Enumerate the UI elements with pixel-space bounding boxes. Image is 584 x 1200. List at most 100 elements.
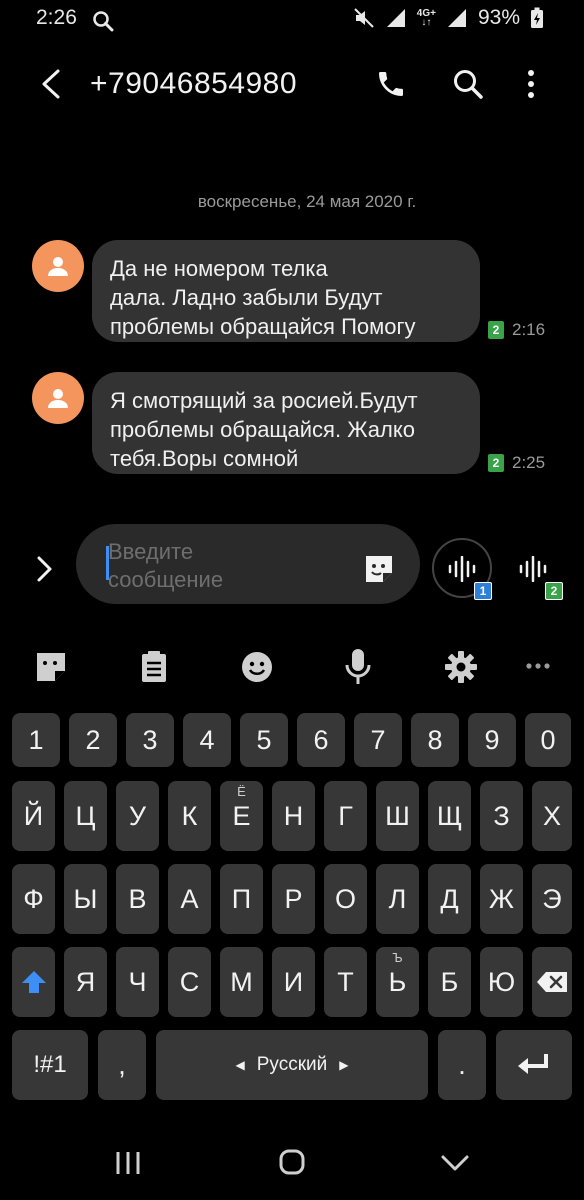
sim-badge: 2 (488, 321, 504, 339)
key-letter[interactable]: Д (428, 864, 471, 934)
key-letter[interactable]: В (116, 864, 159, 934)
key-8[interactable]: 8 (411, 713, 459, 767)
key-letter[interactable]: Ю (480, 947, 523, 1017)
more-tools-icon[interactable] (525, 662, 551, 670)
message-line: проблемы обращайся Помогу (110, 314, 416, 339)
key-letter[interactable]: Ф (12, 864, 55, 934)
key-letter[interactable]: Щ (428, 781, 471, 851)
sim1-badge: 1 (474, 582, 492, 600)
space-key[interactable]: ◀ Русский ▶ (156, 1030, 428, 1100)
shift-arrow-icon (21, 971, 46, 993)
mute-icon (354, 8, 374, 28)
message-line: проблемы обращайся. Жалко (110, 417, 415, 442)
key-letter[interactable]: Й (12, 781, 55, 851)
key-letter[interactable]: Т (324, 947, 367, 1017)
key-letter[interactable]: Ч (116, 947, 159, 1017)
person-icon (48, 389, 68, 408)
phone-call-icon[interactable] (375, 68, 407, 100)
key-letter[interactable]: О (324, 864, 367, 934)
key-letter[interactable]: Г (324, 781, 367, 851)
key-letter[interactable]: Л (376, 864, 419, 934)
key-letter[interactable]: А (168, 864, 211, 934)
voice-wave-icon (448, 556, 476, 582)
key-5[interactable]: 5 (240, 713, 288, 767)
back-nav-icon[interactable] (440, 1152, 470, 1174)
contact-phone-number: +79046854980 (90, 67, 298, 100)
message-line: Да не номером телка (110, 256, 328, 281)
recent-apps-icon[interactable] (114, 1150, 142, 1176)
message-time: 2:16 (512, 320, 546, 339)
key-1[interactable]: 1 (12, 713, 60, 767)
microphone-icon[interactable] (344, 648, 372, 686)
home-icon[interactable] (278, 1148, 306, 1176)
text-caret (106, 546, 109, 580)
sticker-icon[interactable] (362, 552, 396, 586)
message-bubble[interactable]: Да не номером телка дала. Ладно забыли Б… (92, 240, 480, 342)
key-letter[interactable]: З (480, 781, 523, 851)
date-separator: воскресенье, 24 мая 2020 г. (197, 192, 417, 211)
more-options-icon[interactable] (524, 68, 538, 100)
key-4[interactable]: 4 (183, 713, 231, 767)
expand-chevron-icon[interactable] (34, 554, 54, 584)
message-meta: 2 2:16 (488, 320, 545, 340)
period-key[interactable]: . (438, 1030, 486, 1100)
language-label: Русский (256, 1054, 328, 1075)
contact-avatar[interactable] (32, 240, 84, 292)
message-line: тебя.Воры сомной (110, 446, 299, 471)
sim-badge: 2 (488, 454, 504, 472)
message-input-placeholder: Введите сообщение (108, 539, 224, 592)
language-right-icon: ▶ (339, 1058, 349, 1072)
key-3[interactable]: 3 (126, 713, 174, 767)
key-letter[interactable]: Ж (480, 864, 523, 934)
message-bubble[interactable]: Я смотрящий за росией.Будут проблемы обр… (92, 372, 480, 474)
emoji-icon[interactable] (241, 651, 273, 683)
clipboard-icon[interactable] (140, 650, 168, 684)
key-letter[interactable]: У (116, 781, 159, 851)
key-letter[interactable]: С (168, 947, 211, 1017)
key-alt-char: Ё (237, 784, 246, 799)
person-icon (48, 257, 68, 276)
key-letter[interactable]: М (220, 947, 263, 1017)
battery-percent: 93% (477, 6, 520, 29)
key-letter[interactable]: Ш (376, 781, 419, 851)
key-letter-e[interactable]: Ё Е (220, 781, 263, 851)
key-letter[interactable]: П (220, 864, 263, 934)
back-arrow-icon[interactable] (38, 68, 64, 100)
message-time: 2:25 (512, 453, 546, 472)
key-letter[interactable]: Х (532, 781, 572, 851)
key-alt-char: Ъ (392, 950, 403, 965)
key-letter[interactable]: Я (64, 947, 107, 1017)
language-left-icon: ◀ (235, 1058, 245, 1072)
sim2-badge: 2 (545, 582, 563, 600)
key-letter[interactable]: Ц (64, 781, 107, 851)
network-label: 4G+ ↓↑ (416, 8, 436, 28)
backspace-key[interactable] (532, 947, 572, 1017)
key-letter[interactable]: Ы (64, 864, 107, 934)
enter-icon (518, 1054, 548, 1074)
enter-key[interactable] (496, 1030, 572, 1100)
key-9[interactable]: 9 (468, 713, 516, 767)
key-letter[interactable]: К (168, 781, 211, 851)
key-letter[interactable]: Р (272, 864, 315, 934)
key-letter[interactable]: И (272, 947, 315, 1017)
key-letter-soft-sign[interactable]: Ъ Ь (376, 947, 419, 1017)
key-0[interactable]: 0 (525, 713, 571, 767)
key-6[interactable]: 6 (297, 713, 345, 767)
comma-key[interactable]: , (98, 1030, 146, 1100)
key-letter[interactable]: Э (532, 864, 572, 934)
contact-avatar[interactable] (32, 372, 84, 424)
message-line: Я смотрящий за росией.Будут (110, 388, 418, 413)
symbols-key[interactable]: !#1 (12, 1030, 88, 1100)
key-7[interactable]: 7 (354, 713, 402, 767)
key-letter[interactable]: Б (428, 947, 471, 1017)
signal-icon-2 (447, 9, 466, 27)
signal-icon-1 (386, 9, 405, 27)
keyboard-sticker-icon[interactable] (34, 650, 68, 684)
key-letter[interactable]: Н (272, 781, 315, 851)
search-status-icon (93, 11, 114, 32)
shift-key[interactable] (12, 947, 55, 1017)
key-2[interactable]: 2 (69, 713, 117, 767)
settings-gear-icon[interactable] (445, 651, 477, 683)
search-icon[interactable] (452, 68, 484, 100)
voice-send-sim2-button[interactable] (518, 556, 548, 582)
